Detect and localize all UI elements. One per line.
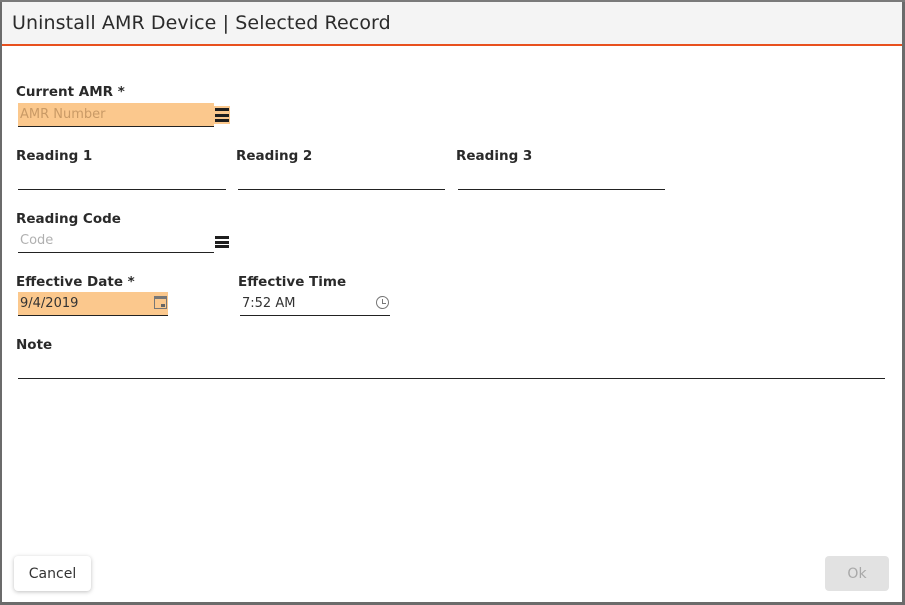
reading-code-field <box>18 229 214 253</box>
note-field <box>18 355 885 379</box>
reading-code-list-icon[interactable] <box>215 235 229 249</box>
current-amr-field <box>18 103 214 127</box>
reading-code-input[interactable] <box>18 229 214 252</box>
reading2-input[interactable] <box>238 166 445 189</box>
effective-time-input[interactable] <box>240 292 390 315</box>
dialog-header: Uninstall AMR Device | Selected Record <box>2 2 902 46</box>
effective-time-label: Effective Time <box>238 274 347 290</box>
reading2-label: Reading 2 <box>236 148 313 164</box>
current-amr-label: Current AMR * <box>16 84 125 100</box>
ok-button[interactable]: Ok <box>825 556 889 591</box>
calendar-icon[interactable] <box>154 296 167 309</box>
effective-time-field <box>240 292 390 316</box>
cancel-button[interactable]: Cancel <box>14 556 91 591</box>
reading3-label: Reading 3 <box>456 148 533 164</box>
note-label: Note <box>16 337 53 353</box>
clock-icon[interactable] <box>376 296 389 309</box>
dialog-title: Uninstall AMR Device | Selected Record <box>12 12 391 34</box>
effective-date-label: Effective Date * <box>16 274 135 290</box>
reading-code-label: Reading Code <box>16 211 121 227</box>
current-amr-input[interactable] <box>18 103 214 126</box>
current-amr-list-icon[interactable] <box>214 106 230 124</box>
reading1-input[interactable] <box>18 166 226 189</box>
reading2-field <box>238 166 445 190</box>
reading1-label: Reading 1 <box>16 148 93 164</box>
uninstall-amr-dialog: Uninstall AMR Device | Selected Record C… <box>2 2 902 602</box>
reading3-field <box>458 166 665 190</box>
effective-date-input[interactable] <box>18 292 168 315</box>
reading3-input[interactable] <box>458 166 665 189</box>
note-input[interactable] <box>18 355 885 378</box>
reading1-field <box>18 166 226 190</box>
effective-date-field <box>18 292 168 316</box>
